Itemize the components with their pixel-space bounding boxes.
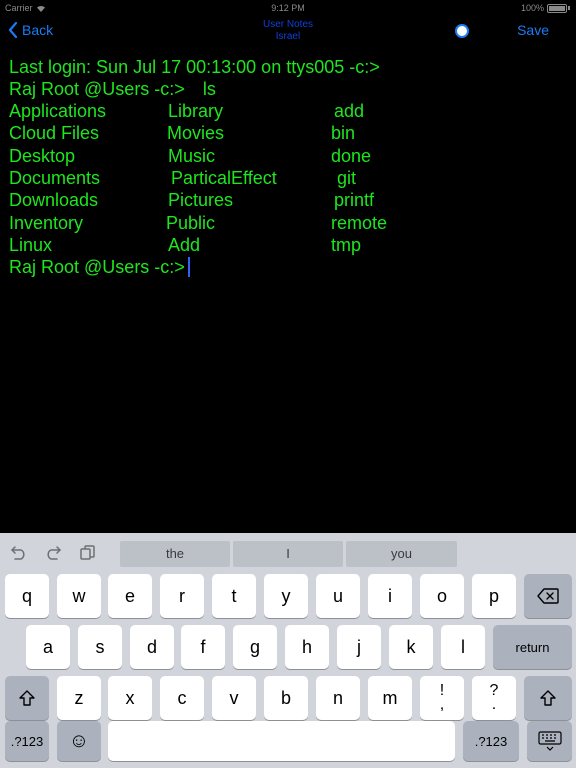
key-s[interactable]: s [78,625,122,669]
key-e[interactable]: e [108,574,152,618]
listing-cell: Documents [9,168,101,188]
listing-cell: Applications [9,101,107,121]
key-x[interactable]: x [108,676,152,720]
delete-icon [537,588,559,604]
battery-cap [568,6,570,10]
shift-key-left[interactable] [5,676,49,720]
space-bar[interactable] [108,721,455,761]
listing-cell: ParticalEffect [171,168,277,188]
radio-toggle-icon[interactable] [455,24,469,38]
status-bar: Carrier 9:12 PM 100% [0,0,576,16]
suggestion-3[interactable]: you [346,541,457,567]
listing-cell: Public [166,213,216,233]
battery-percent: 100% [520,3,544,13]
nav-title: User Notes Israel [0,19,576,43]
login-line: Last login: Sun Jul 17 00:13:00 on ttys0… [9,57,380,77]
shift-icon [19,690,35,706]
key-m[interactable]: m [368,676,412,720]
key-l[interactable]: l [441,625,485,669]
key-q[interactable]: q [5,574,49,618]
listing-cell: Desktop [9,146,76,166]
listing-cell: printf [334,190,375,210]
exclaim-comma-glyphs: ! , [439,683,445,713]
listing-cell: Movies [167,123,225,143]
delete-key[interactable] [524,574,572,618]
status-time: 9:12 PM [271,3,305,13]
dismiss-keyboard-key[interactable] [527,721,572,761]
key-n[interactable]: n [316,676,360,720]
listing-cell: Library [168,101,224,121]
keyboard: the I you q w e r t y u i o p a s d f g … [0,533,576,768]
key-k[interactable]: k [389,625,433,669]
listing-cell: tmp [331,235,362,255]
period-glyph: . [491,696,497,713]
status-right: 100% [521,3,570,13]
key-d[interactable]: d [130,625,174,669]
key-j[interactable]: j [337,625,381,669]
key-r[interactable]: r [160,574,204,618]
key-v[interactable]: v [212,676,256,720]
listing-cell: Inventory [9,213,84,233]
key-o[interactable]: o [420,574,464,618]
listing-cell: Downloads [9,190,99,210]
listing-cell: add [334,101,365,121]
prompt-text: Raj Root @Users -c:> [9,79,185,99]
numbers-key-right[interactable]: .?123 [463,721,519,761]
nav-title-line2: Israel [275,31,301,42]
command-text: ls [202,79,216,99]
emoji-key[interactable]: ☺ [57,721,101,761]
listing-cell: git [337,168,357,188]
comma-glyph: , [439,696,445,713]
nav-title-line1: User Notes [262,19,313,30]
key-question-period[interactable]: ? . [472,676,516,720]
listing-cell: Music [168,146,216,166]
listing-cell: remote [331,213,388,233]
suggestion-1[interactable]: the [120,541,230,567]
listing-cell: Add [168,235,201,255]
listing-cell: Pictures [168,190,234,210]
terminal-view[interactable]: Last login: Sun Jul 17 00:13:00 on ttys0… [0,48,576,533]
shift-icon [540,690,556,706]
keyboard-dismiss-icon [537,731,562,751]
save-button[interactable]: Save [517,22,549,38]
key-z[interactable]: z [57,676,101,720]
key-t[interactable]: t [212,574,256,618]
key-p[interactable]: p [472,574,516,618]
question-period-glyphs: ? . [490,683,499,713]
text-cursor [187,257,190,277]
redo-icon[interactable] [44,544,62,560]
active-prompt-line[interactable]: Raj Root @Users -c:> [9,256,190,279]
paste-icon[interactable] [79,544,97,560]
prompt-text: Raj Root @Users -c:> [9,257,185,277]
listing-cell: Linux [9,235,53,255]
listing-cell: bin [331,123,356,143]
key-f[interactable]: f [181,625,225,669]
key-b[interactable]: b [264,676,308,720]
shift-key-right[interactable] [524,676,572,720]
listing-cell: done [331,146,372,166]
key-a[interactable]: a [26,625,70,669]
keyboard-toolbar: the I you [0,533,576,567]
undo-icon[interactable] [10,544,28,560]
key-exclaim-comma[interactable]: ! , [420,676,464,720]
key-h[interactable]: h [285,625,329,669]
return-key[interactable]: return [493,625,572,669]
command-line: Raj Root @Users -c:> ls [9,78,216,101]
key-w[interactable]: w [57,574,101,618]
listing-cell: Cloud Files [9,123,100,143]
key-u[interactable]: u [316,574,360,618]
key-c[interactable]: c [160,676,204,720]
suggestion-2[interactable]: I [233,541,343,567]
key-g[interactable]: g [233,625,277,669]
numbers-key-left[interactable]: .?123 [5,721,49,761]
battery-icon [547,3,567,13]
key-i[interactable]: i [368,574,412,618]
emoji-icon: ☺ [68,729,90,752]
key-y[interactable]: y [264,574,308,618]
nav-bar: Back User Notes Israel Save [0,16,576,48]
